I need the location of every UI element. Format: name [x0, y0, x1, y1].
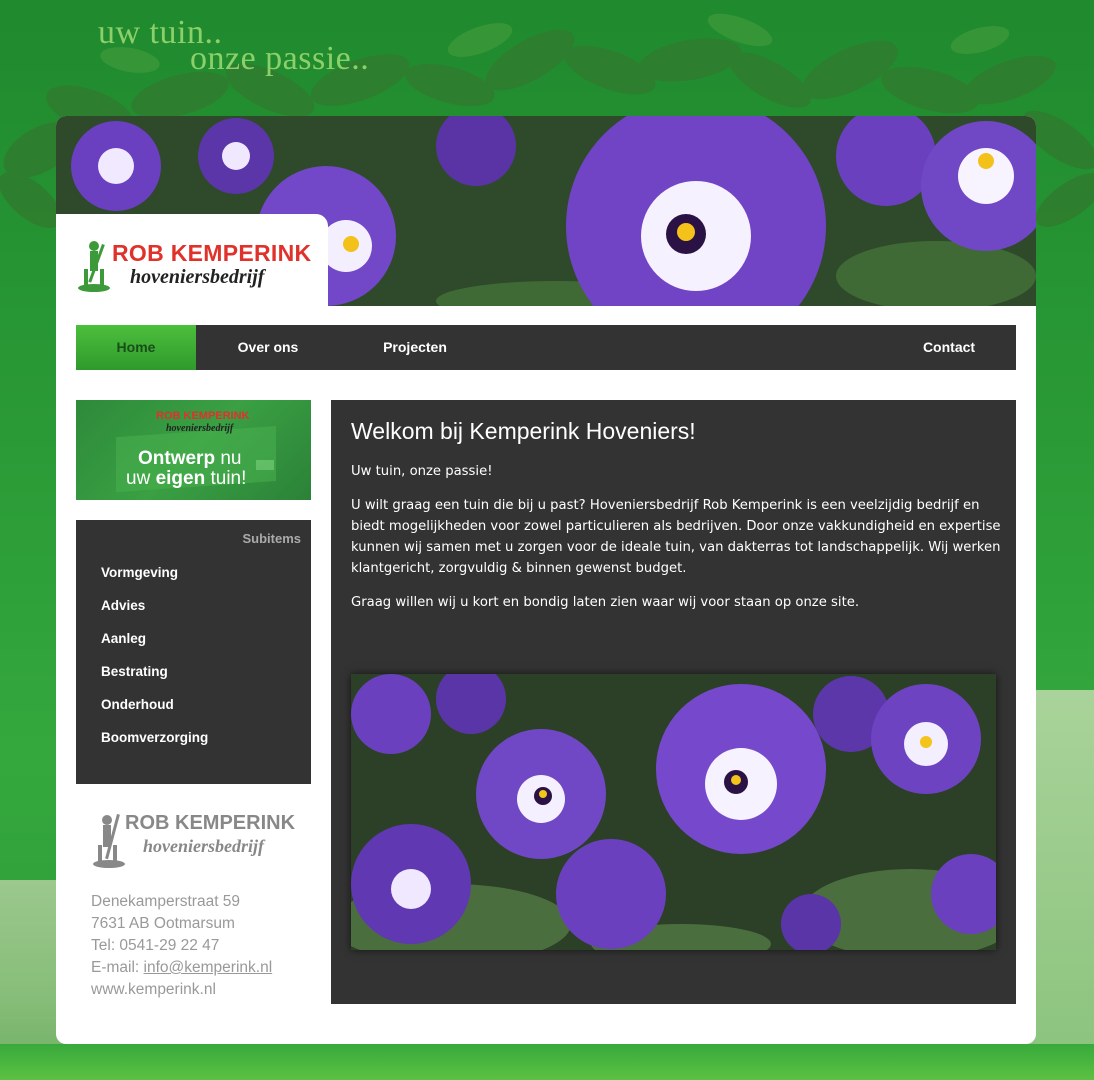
subitems-title: Subitems: [242, 531, 301, 546]
page-title: Welkom bij Kemperink Hoveniers!: [351, 418, 696, 444]
sidebar-logo-name: ROB KEMPERINK: [125, 812, 296, 834]
contact-city: 7631 AB Ootmarsum: [91, 915, 235, 932]
body-text: U wilt graag een tuin die bij u past? Ho…: [351, 498, 1001, 576]
gardener-icon: [78, 241, 110, 292]
subitem-advies[interactable]: Advies: [101, 598, 145, 613]
contact-email-line: E-mail: info@kemperink.nl: [91, 957, 272, 979]
contact-email-link[interactable]: info@kemperink.nl: [144, 959, 273, 976]
nav-home[interactable]: Home: [76, 325, 196, 370]
contact-info: Denekamperstraat 59 7631 AB Ootmarsum Te…: [91, 891, 272, 1001]
contact-email-label: E-mail:: [91, 959, 144, 976]
sidebar-logo-subtitle: hoveniersbedrijf: [143, 836, 264, 856]
promo-line-2-pre: uw: [126, 468, 151, 489]
contact-website: www.kemperink.nl: [91, 981, 216, 998]
promo-logo-name: ROB KEMPERINK: [156, 410, 250, 422]
subitem-bestrating[interactable]: Bestrating: [101, 664, 168, 679]
contact-street: Denekamperstraat 59: [91, 893, 241, 910]
slogan-line-2: onze passie..: [190, 40, 370, 77]
header-logo[interactable]: ROB KEMPERINK hoveniersbedrijf: [56, 214, 328, 314]
intro-text: Uw tuin, onze passie!: [351, 464, 493, 479]
promo-line-2: uw eigen tuin!: [126, 468, 246, 490]
promo-line-1-rest: nu: [220, 448, 242, 469]
footer-band: [0, 1044, 1094, 1080]
contact-phone: Tel: 0541-29 22 47: [91, 937, 220, 954]
subitem-aanleg[interactable]: Aanleg: [101, 631, 146, 646]
promo-logo-subtitle: hoveniersbedrijf: [166, 423, 234, 434]
nav-contact[interactable]: Contact: [906, 325, 992, 370]
promo-line-2-bold: eigen: [155, 468, 206, 489]
subitem-onderhoud[interactable]: Onderhoud: [101, 697, 174, 712]
main-content: Welkom bij Kemperink Hoveniers! Uw tuin,…: [331, 400, 1016, 1004]
subitem-vormgeving[interactable]: Vormgeving: [101, 565, 178, 580]
closing-text: Graag willen wij u kort en bondig laten …: [351, 595, 860, 610]
design-promo-banner[interactable]: ROB KEMPERINK hoveniersbedrijf Ontwerp n…: [76, 400, 311, 500]
page-container: ROB KEMPERINK hoveniersbedrijf Home Over…: [56, 116, 1036, 1044]
subitem-boomverzorging[interactable]: Boomverzorging: [101, 730, 208, 745]
logo-subtitle: hoveniersbedrijf: [130, 266, 265, 288]
nav-projecten[interactable]: Projecten: [364, 325, 466, 370]
subitems-menu: Subitems Vormgeving Advies Aanleg Bestra…: [76, 520, 311, 784]
sidebar-logo: ROB KEMPERINK hoveniersbedrijf: [91, 810, 301, 870]
promo-line-1-bold: Ontwerp: [138, 448, 216, 469]
gardener-grey-icon: [93, 814, 125, 868]
logo-name: ROB KEMPERINK: [112, 240, 312, 266]
pansies-photo: [351, 674, 996, 950]
nav-over-ons[interactable]: Over ons: [216, 325, 320, 370]
promo-line-2-rest: tuin!: [210, 468, 247, 489]
promo-line-1: Ontwerp nu: [138, 448, 241, 470]
main-navigation: Home Over ons Projecten Contact: [76, 325, 1016, 370]
